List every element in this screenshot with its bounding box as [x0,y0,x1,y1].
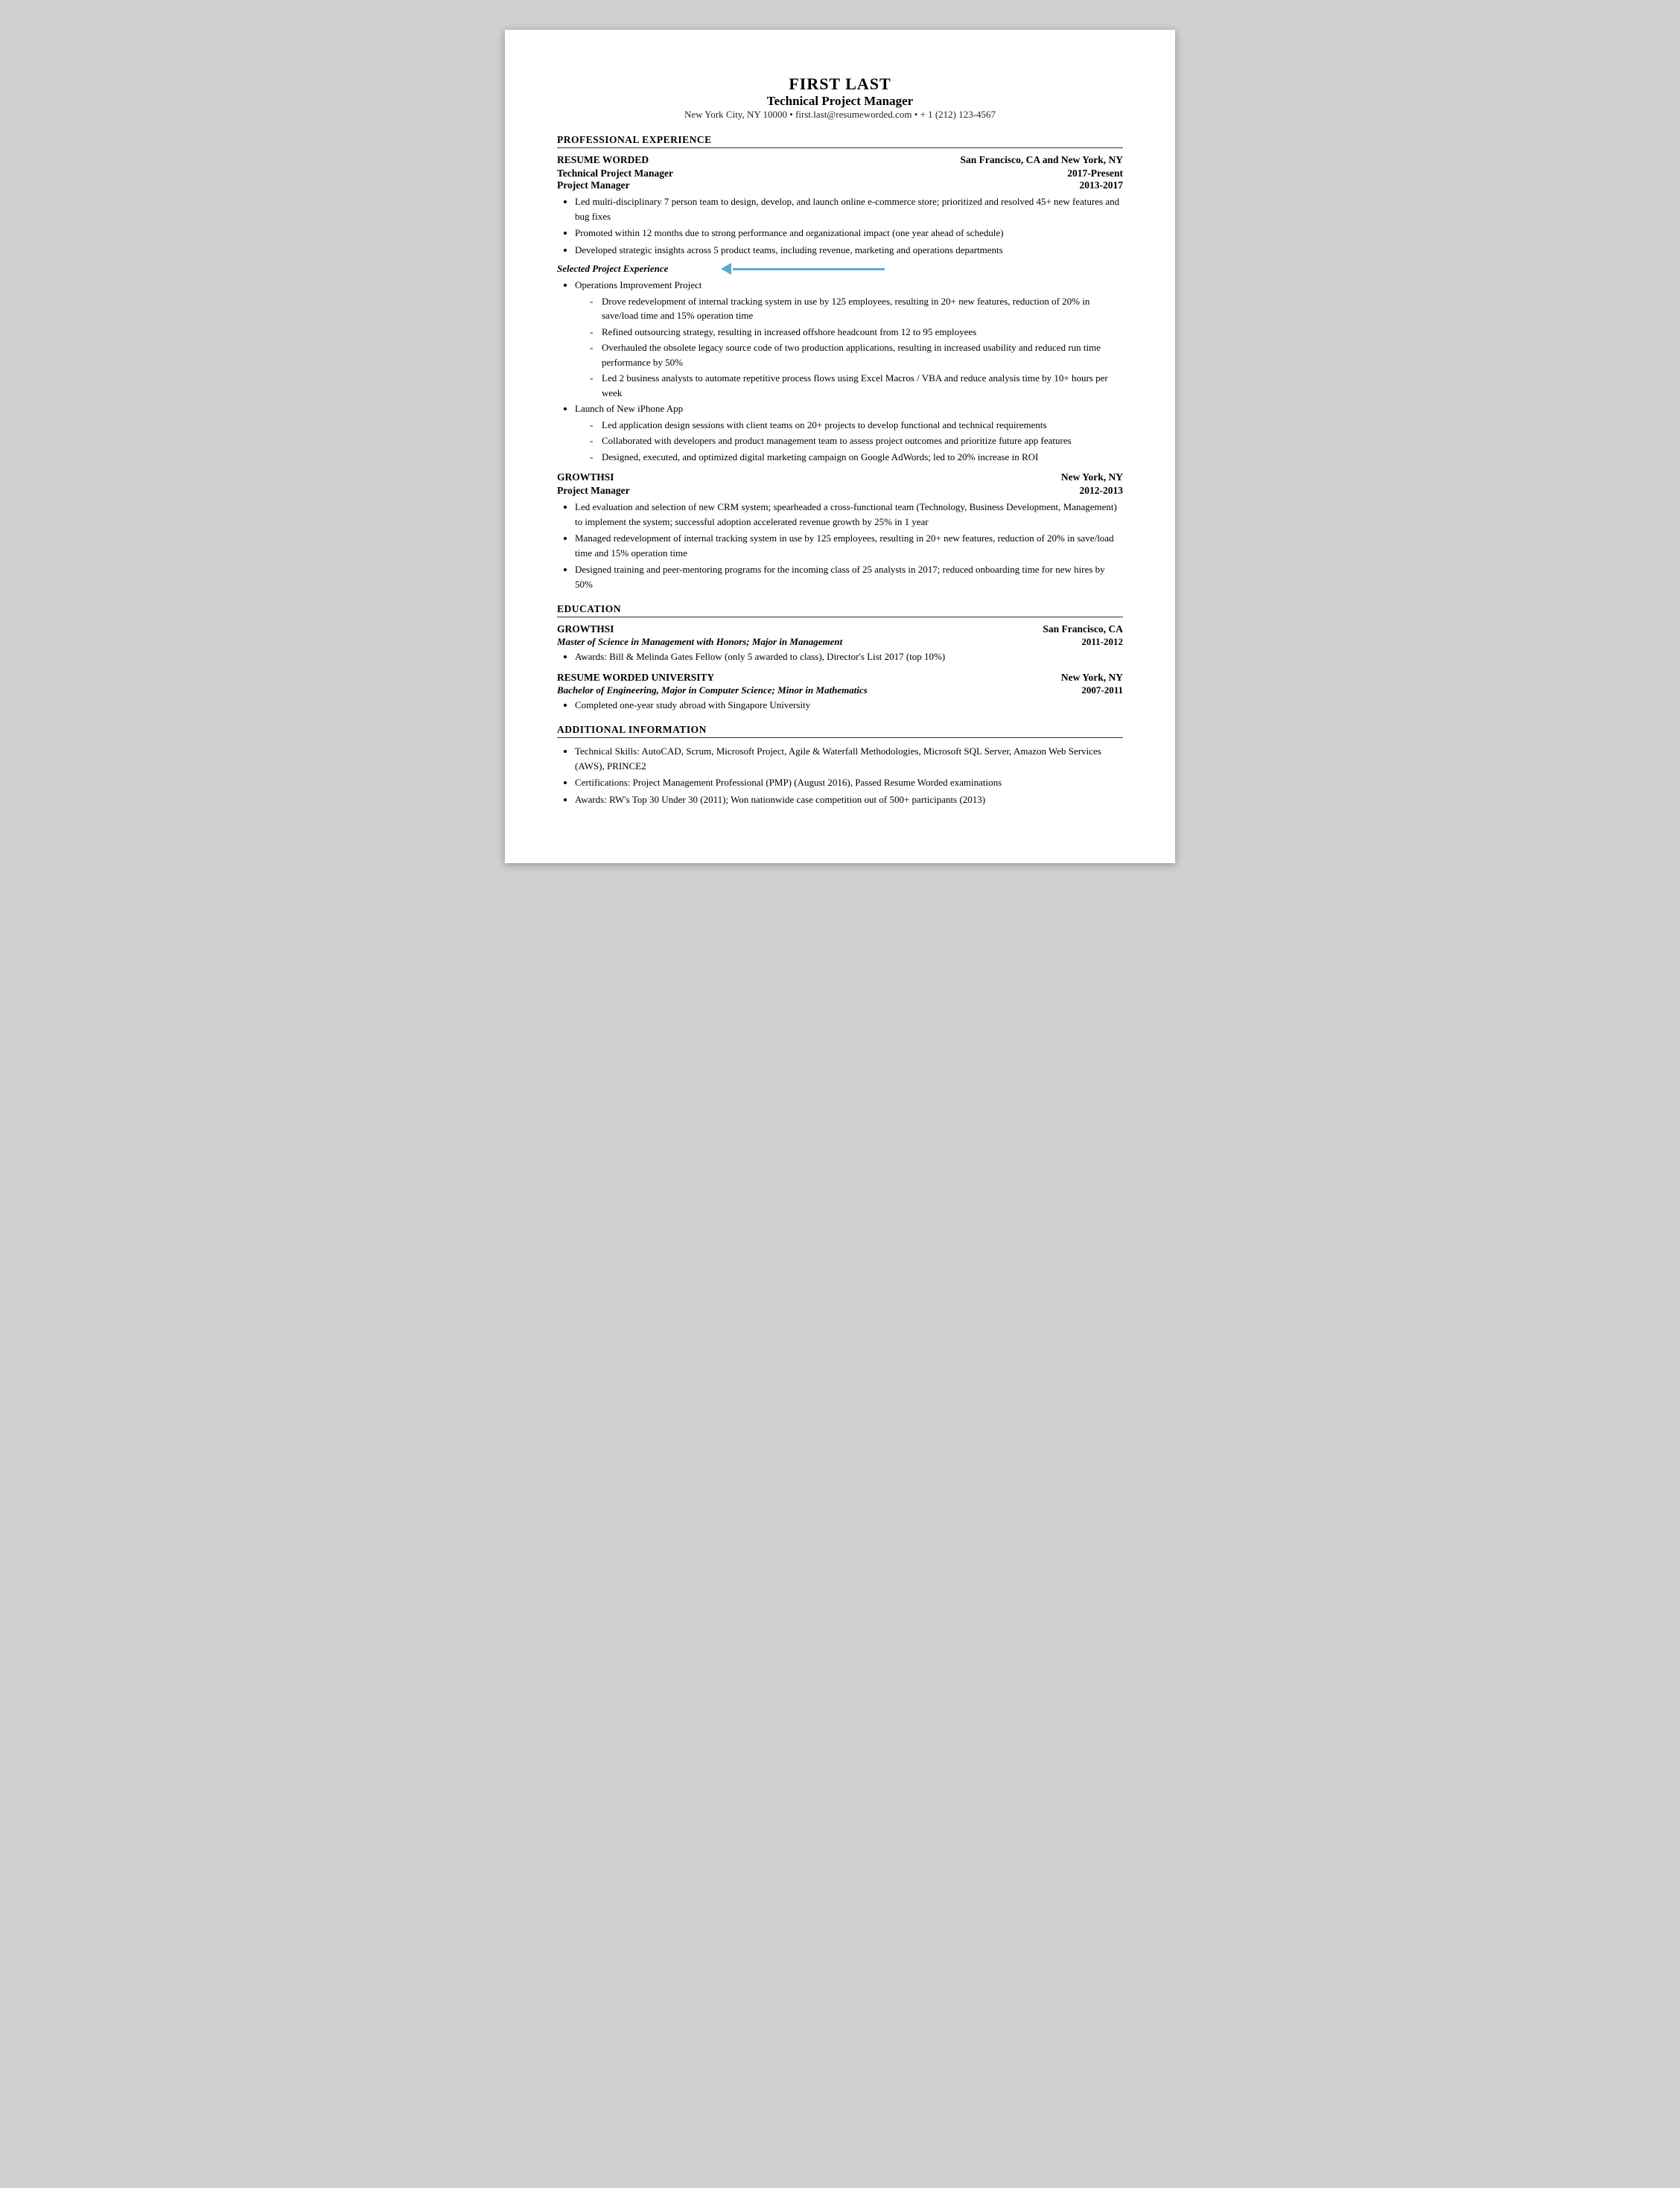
title-line-1: Technical Project Manager [557,168,673,179]
bullet-item: Led multi-disciplinary 7 person team to … [575,194,1123,223]
professional-experience-section: PROFESSIONAL EXPERIENCE RESUME WORDED Sa… [557,134,1123,591]
arrow-line [733,268,885,270]
project-name: Operations Improvement Project [575,278,1123,293]
bullet-item: Developed strategic insights across 5 pr… [575,243,1123,258]
sub-bullet-item: Overhauled the obsolete legacy source co… [590,340,1123,369]
header-contact: New York City, NY 10000 • first.last@res… [557,109,1123,121]
bullet-item: Designed training and peer-mentoring pro… [575,562,1123,591]
project-iphone-bullets: Led application design sessions with cli… [590,418,1123,465]
company-name-resume-worded: RESUME WORDED [557,154,649,166]
additional-info-section: ADDITIONAL INFORMATION Technical Skills:… [557,724,1123,807]
title-line-growthsi: Project Manager [557,485,630,497]
sub-bullet-item: Collaborated with developers and product… [590,433,1123,448]
edu-dates-rw: 2007-2011 [1081,684,1123,698]
selected-project-label: Selected Project Experience [557,263,1123,275]
edu-degree-growthsi: Master of Science in Management with Hon… [557,636,842,648]
edu-bullets-rw: Completed one-year study abroad with Sin… [575,698,1123,713]
project-operations: Operations Improvement Project [575,278,1123,293]
bullet-item: Managed redevelopment of internal tracki… [575,531,1123,560]
additional-info-title: ADDITIONAL INFORMATION [557,724,1123,738]
edu-bullets-growthsi: Awards: Bill & Melinda Gates Fellow (onl… [575,649,1123,664]
edu-name-rw: RESUME WORDED UNIVERSITY [557,672,714,684]
header-title: Technical Project Manager [557,94,1123,109]
bullet-item: Awards: RW's Top 30 Under 30 (2011); Won… [575,792,1123,807]
edu-header-rw: RESUME WORDED UNIVERSITY New York, NY [557,672,1123,684]
project-operations-bullets: Drove redevelopment of internal tracking… [590,294,1123,401]
sub-bullet-item: Refined outsourcing strategy, resulting … [590,325,1123,340]
edu-location-growthsi: San Francisco, CA [1043,623,1123,635]
resume-header: FIRST LAST Technical Project Manager New… [557,74,1123,121]
resume-page: FIRST LAST Technical Project Manager New… [505,30,1175,863]
date-line-growthsi: 2012-2013 [1080,485,1124,497]
sub-bullet-item: Led application design sessions with cli… [590,418,1123,433]
bullet-item: Certifications: Project Management Profe… [575,775,1123,790]
job-header-growthsi: GROWTHSI New York, NY [557,471,1123,483]
title-line-2: Project Manager [557,179,673,191]
date-line-2: 2013-2017 [1067,179,1123,191]
school-rw-university: RESUME WORDED UNIVERSITY New York, NY Ba… [557,672,1123,713]
bullet-item: Promoted within 12 months due to strong … [575,226,1123,241]
job-titles-resume-worded: Technical Project Manager Project Manage… [557,168,1123,191]
sub-bullet-item: Led 2 business analysts to automate repe… [590,371,1123,400]
company-location-growthsi: New York, NY [1061,471,1123,483]
sub-bullet-item: Designed, executed, and optimized digita… [590,450,1123,465]
sub-bullet-item: Drove redevelopment of internal tracking… [590,294,1123,323]
edu-header-growthsi: GROWTHSI San Francisco, CA [557,623,1123,635]
job-title-right-resume-worded: 2017-Present 2013-2017 [1067,168,1123,191]
job-title-left-resume-worded: Technical Project Manager Project Manage… [557,168,673,191]
bullet-item: Awards: Bill & Melinda Gates Fellow (onl… [575,649,1123,664]
job-title-right-growthsi: 2012-2013 [1080,485,1124,497]
education-section: EDUCATION GROWTHSI San Francisco, CA Mas… [557,603,1123,712]
job-resume-worded: RESUME WORDED San Francisco, CA and New … [557,154,1123,464]
edu-row-rw: Bachelor of Engineering, Major in Comput… [557,684,1123,698]
edu-dates-growthsi: 2011-2012 [1081,636,1123,649]
job-header-resume-worded: RESUME WORDED San Francisco, CA and New … [557,154,1123,166]
arrow-head [721,263,731,275]
job-bullets-growthsi: Led evaluation and selection of new CRM … [575,500,1123,591]
job-bullets-resume-worded: Led multi-disciplinary 7 person team to … [575,194,1123,257]
education-title: EDUCATION [557,603,1123,617]
header-name: FIRST LAST [557,74,1123,94]
school-growthsi: GROWTHSI San Francisco, CA Master of Sci… [557,623,1123,664]
job-titles-growthsi: Project Manager 2012-2013 [557,485,1123,497]
bullet-item: Led evaluation and selection of new CRM … [575,500,1123,529]
bullet-item: Completed one-year study abroad with Sin… [575,698,1123,713]
edu-degree-rw: Bachelor of Engineering, Major in Comput… [557,684,868,696]
date-line-1: 2017-Present [1067,168,1123,179]
project-iphone: Launch of New iPhone App [575,401,1123,416]
edu-location-rw: New York, NY [1061,672,1123,684]
company-name-growthsi: GROWTHSI [557,471,614,483]
professional-experience-title: PROFESSIONAL EXPERIENCE [557,134,1123,148]
bullet-item: Technical Skills: AutoCAD, Scrum, Micros… [575,744,1123,773]
edu-row-growthsi: Master of Science in Management with Hon… [557,636,1123,649]
company-location-resume-worded: San Francisco, CA and New York, NY [960,154,1123,166]
additional-info-bullets: Technical Skills: AutoCAD, Scrum, Micros… [575,744,1123,807]
edu-name-growthsi: GROWTHSI [557,623,614,635]
job-title-left-growthsi: Project Manager [557,485,630,497]
project-name: Launch of New iPhone App [575,401,1123,416]
job-growthsi: GROWTHSI New York, NY Project Manager 20… [557,471,1123,591]
